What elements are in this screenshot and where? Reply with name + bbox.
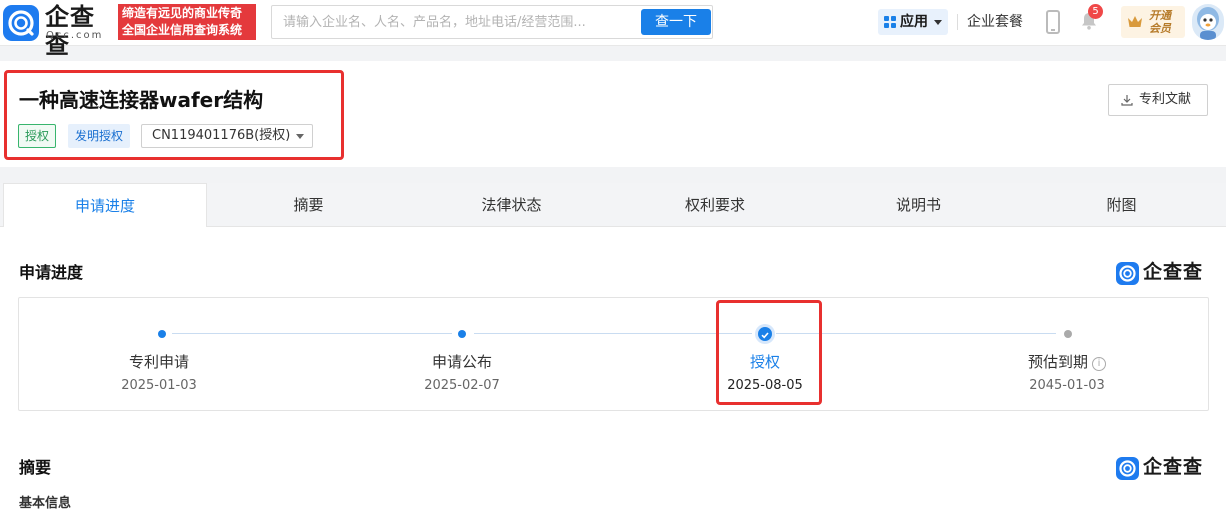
tab-claims[interactable]: 权利要求 (613, 183, 817, 227)
tab-legal-status[interactable]: 法律状态 (410, 183, 613, 227)
step-label: 专利申请 (128, 353, 189, 371)
patent-tabs: 申请进度 摘要 法律状态 权利要求 说明书 附图 (0, 183, 1226, 228)
avatar-icon (1197, 7, 1219, 40)
step-dot (1064, 330, 1072, 338)
brand-text: 企查查 (1143, 456, 1204, 478)
step-date: 2045-01-03 (1029, 378, 1105, 393)
step-dot (458, 330, 466, 338)
search-input[interactable] (272, 6, 632, 38)
logo-mark-icon (1116, 457, 1139, 480)
tab-description[interactable]: 说明书 (817, 183, 1020, 227)
apps-label: 应用 (900, 14, 928, 30)
crown-icon (1128, 16, 1142, 27)
search-bar: 查一下 (271, 5, 713, 39)
mobile-phone-icon[interactable] (1046, 10, 1060, 34)
header-divider (957, 14, 958, 30)
brand-text: 企查查 (1143, 261, 1204, 283)
qcc-logo[interactable]: 企查查 Qcc.com (3, 3, 115, 59)
basic-info-title: 基本信息 (19, 496, 72, 511)
top-header: 企查查 Qcc.com 缔造有远见的商业传奇 全国企业信用查询系统 查一下 应用… (0, 0, 1226, 59)
timeline-connector (474, 333, 752, 334)
section-title-progress: 申请进度 (19, 263, 84, 282)
slogan-banner: 缔造有远见的商业传奇 全国企业信用查询系统 (118, 4, 256, 40)
download-icon (1121, 95, 1133, 106)
notification-badge: 5 (1088, 4, 1103, 19)
step-label: 申请公布 (431, 353, 492, 371)
patent-document-label: 专利文献 (1139, 92, 1192, 107)
tab-application-progress[interactable]: 申请进度 (3, 183, 207, 228)
slogan-line1: 缔造有远见的商业传奇 (122, 6, 243, 20)
timeline-connector (172, 333, 452, 334)
brand-watermark: 企查查 (1116, 456, 1210, 480)
logo-mark-icon (1116, 262, 1139, 285)
chevron-down-icon (934, 20, 942, 25)
apps-menu-button[interactable]: 应用 (878, 9, 948, 35)
slogan-line2: 全国企业信用查询系统 (122, 23, 243, 37)
section-title-abstract: 摘要 (19, 458, 52, 477)
grant-highlight-box (716, 300, 822, 405)
step-date: 2025-01-03 (121, 378, 197, 393)
step-label-expiry: 预估到期 i (987, 352, 1147, 372)
info-icon[interactable]: i (1092, 357, 1106, 371)
grid-icon (884, 16, 896, 28)
title-highlight-box (4, 70, 344, 160)
tab-abstract[interactable]: 摘要 (207, 183, 410, 227)
enterprise-package-link[interactable]: 企业套餐 (967, 12, 1023, 32)
logo-domain: Qcc.com (46, 30, 104, 41)
vip-line2: 会员 (1149, 22, 1171, 35)
logo-mark-icon (3, 5, 39, 41)
tab-drawings[interactable]: 附图 (1020, 183, 1223, 227)
patent-document-button[interactable]: 专利文献 (1108, 84, 1208, 116)
search-button[interactable]: 查一下 (641, 9, 711, 35)
step-dot (158, 330, 166, 338)
vip-button[interactable]: 开通 会员 (1121, 6, 1185, 38)
user-avatar[interactable] (1192, 4, 1224, 40)
vip-line1: 开通 (1149, 9, 1171, 22)
step-label: 预估到期 (1027, 353, 1088, 371)
brand-watermark: 企查查 (1116, 261, 1210, 285)
step-date: 2025-02-07 (424, 378, 500, 393)
